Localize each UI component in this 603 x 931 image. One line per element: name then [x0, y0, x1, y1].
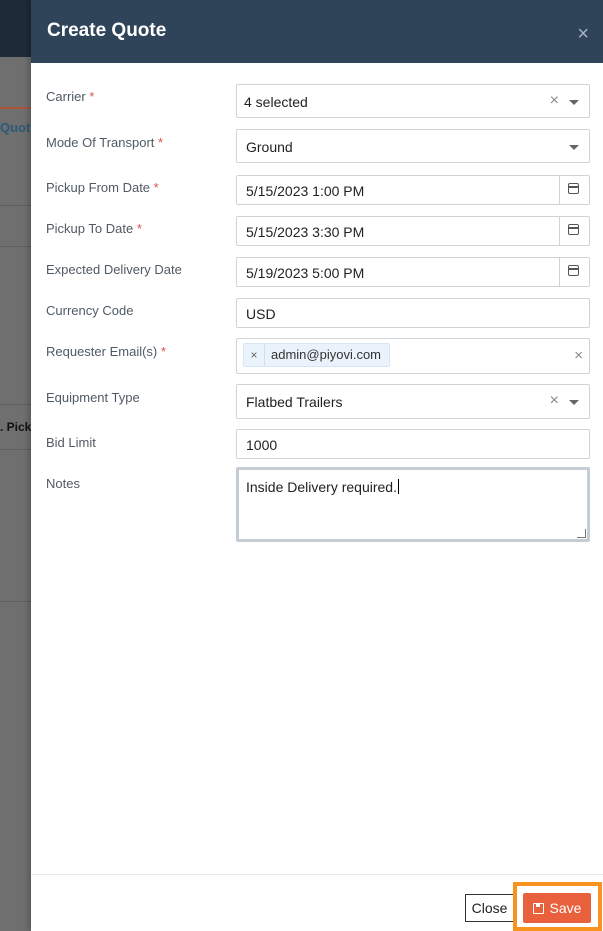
notes-label: Notes [46, 476, 80, 491]
requester-emails-label: Requester Email(s) * [46, 344, 166, 359]
carrier-value: 4 selected [244, 94, 308, 110]
currency-code-value: USD [246, 306, 276, 322]
chevron-down-icon[interactable] [569, 100, 579, 105]
modal-title: Create Quote [47, 20, 167, 41]
required-marker: * [160, 344, 166, 359]
clear-icon[interactable]: × [550, 92, 559, 110]
mode-of-transport-label: Mode Of Transport * [46, 135, 164, 150]
clear-icon[interactable]: × [574, 347, 583, 364]
email-chip-label: admin@piyovi.com [271, 347, 382, 362]
carrier-select[interactable]: 4 selected × [236, 84, 590, 118]
pickup-to-date-value: 5/15/2023 3:30 PM [246, 224, 365, 240]
chevron-down-icon[interactable] [569, 145, 579, 150]
pickup-to-date-input[interactable]: 5/15/2023 3:30 PM [236, 216, 590, 246]
calendar-button[interactable] [559, 258, 589, 286]
required-marker: * [136, 221, 142, 236]
email-chip: × admin@piyovi.com [243, 343, 391, 367]
calendar-icon [568, 265, 579, 276]
currency-code-label: Currency Code [46, 303, 134, 318]
calendar-icon [568, 183, 579, 194]
mode-of-transport-select[interactable]: Ground [236, 129, 590, 163]
modal-footer: Close Save [31, 874, 603, 931]
pickup-from-date-value: 5/15/2023 1:00 PM [246, 183, 365, 199]
text-cursor [397, 479, 399, 494]
close-icon[interactable]: × [577, 24, 589, 44]
save-button-label: Save [549, 900, 582, 916]
remove-chip-icon[interactable]: × [244, 344, 265, 366]
bid-limit-label: Bid Limit [46, 435, 96, 450]
bid-limit-value: 1000 [246, 437, 278, 453]
equipment-type-select[interactable]: Flatbed Trailers × [236, 384, 590, 419]
required-marker: * [153, 180, 159, 195]
expected-delivery-date-label: Expected Delivery Date [46, 262, 182, 277]
required-marker: * [158, 135, 164, 150]
chevron-down-icon[interactable] [569, 400, 579, 405]
pickup-to-date-label: Pickup To Date * [46, 221, 142, 236]
calendar-icon [568, 224, 579, 235]
notes-textarea[interactable]: Inside Delivery required. [236, 467, 590, 542]
clear-icon[interactable]: × [550, 392, 559, 410]
save-icon [532, 902, 544, 914]
expected-delivery-date-value: 5/19/2023 5:00 PM [246, 265, 365, 281]
mode-of-transport-value: Ground [246, 139, 293, 155]
calendar-button[interactable] [559, 217, 589, 245]
required-marker: * [89, 89, 95, 104]
calendar-button[interactable] [559, 176, 589, 204]
background-tab-text: Quot [0, 120, 31, 135]
bid-limit-input[interactable]: 1000 [236, 429, 590, 459]
carrier-label: Carrier * [46, 89, 95, 104]
pickup-from-date-input[interactable]: 5/15/2023 1:00 PM [236, 175, 590, 205]
create-quote-modal: Create Quote × Carrier * 4 selected × Mo… [31, 0, 603, 931]
modal-header: Create Quote × [31, 0, 603, 63]
pickup-from-date-label: Pickup From Date * [46, 180, 159, 195]
close-button[interactable]: Close [465, 894, 514, 922]
notes-value: Inside Delivery required. [246, 479, 399, 495]
expected-delivery-date-input[interactable]: 5/19/2023 5:00 PM [236, 257, 590, 287]
save-button[interactable]: Save [523, 893, 591, 923]
currency-code-input[interactable]: USD [236, 298, 590, 328]
equipment-type-label: Equipment Type [46, 390, 140, 405]
requester-emails-input[interactable]: × admin@piyovi.com × [236, 338, 590, 374]
resize-handle[interactable] [577, 529, 586, 538]
equipment-type-value: Flatbed Trailers [246, 394, 343, 410]
